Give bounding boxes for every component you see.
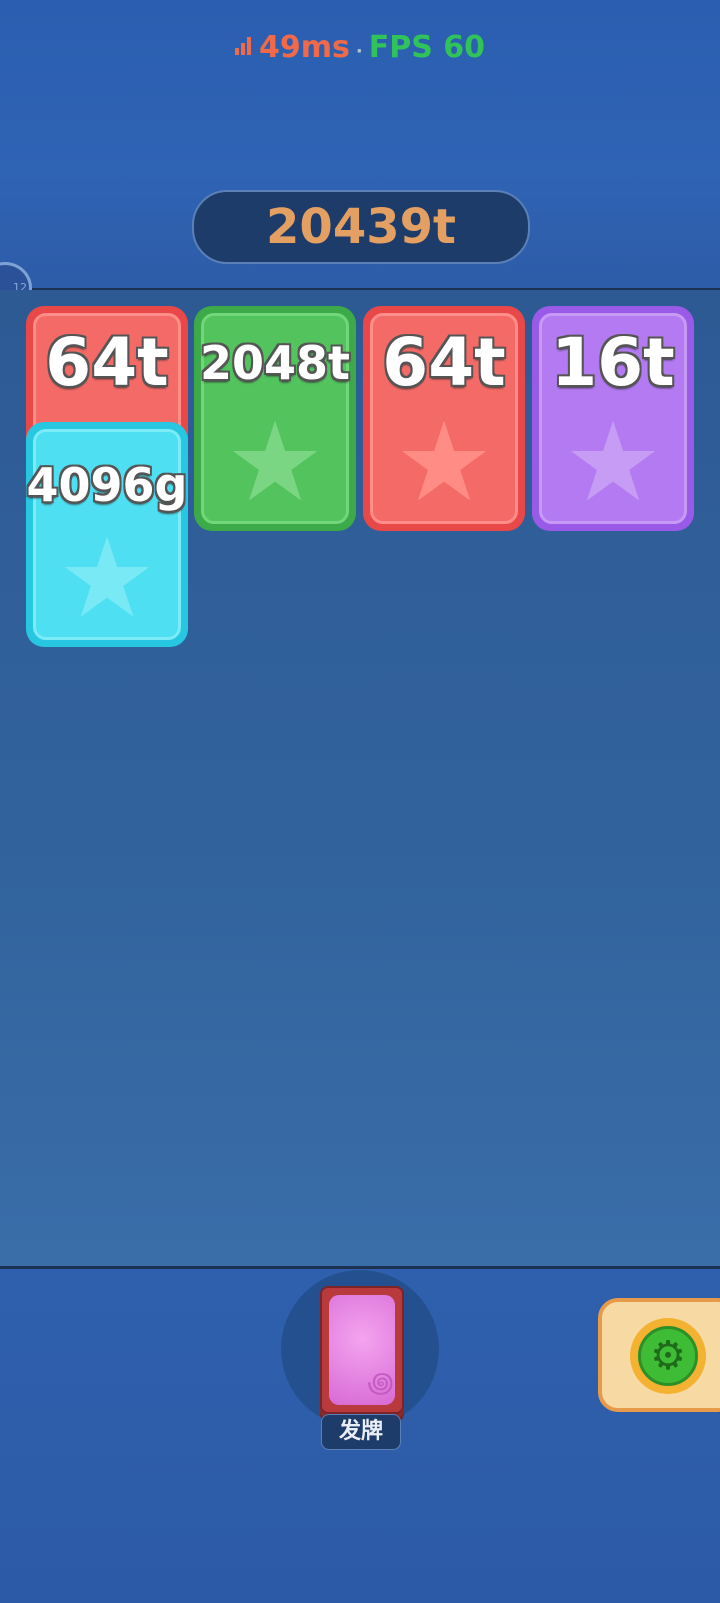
card-value: 16t [551, 324, 675, 401]
network-status: 49ms · FPS 60 [0, 30, 720, 65]
card-value: 64t [382, 324, 506, 401]
card-slot-2[interactable]: 2048t ★ [194, 306, 356, 531]
card-slot-3[interactable]: 64t ★ [363, 306, 525, 531]
star-icon: ★ [57, 514, 157, 642]
gear-icon: ⚙ [638, 1326, 698, 1386]
swirl-icon: ꩜ [367, 1366, 394, 1399]
card-value: 2048t [199, 336, 351, 390]
settings-button[interactable]: ⚙ [630, 1318, 706, 1394]
deal-deck-button[interactable]: ꩜ [320, 1286, 404, 1414]
card-slot-4[interactable]: 16t ★ [532, 306, 694, 531]
card-slot-1-stacked[interactable]: 4096g ★ [26, 422, 188, 647]
game-board: 64t 2048t ★ 64t ★ 16t ★ 4096g ★ [0, 290, 720, 1267]
star-icon: ★ [563, 398, 663, 526]
fps-text: FPS 60 [368, 30, 485, 65]
latency-text: 49ms [259, 30, 350, 65]
card-value: 64t [45, 324, 169, 401]
signal-bars-icon [235, 37, 253, 55]
top-bar: 49ms · FPS 60 20439t [0, 0, 720, 291]
status-separator: · [355, 41, 363, 62]
score-value: 20439t [266, 199, 456, 255]
deal-button-label[interactable]: 发牌 [321, 1414, 401, 1450]
star-icon: ★ [394, 398, 494, 526]
star-icon: ★ [225, 398, 325, 526]
score-display: 20439t [192, 190, 530, 264]
card-value: 4096g [26, 458, 188, 512]
